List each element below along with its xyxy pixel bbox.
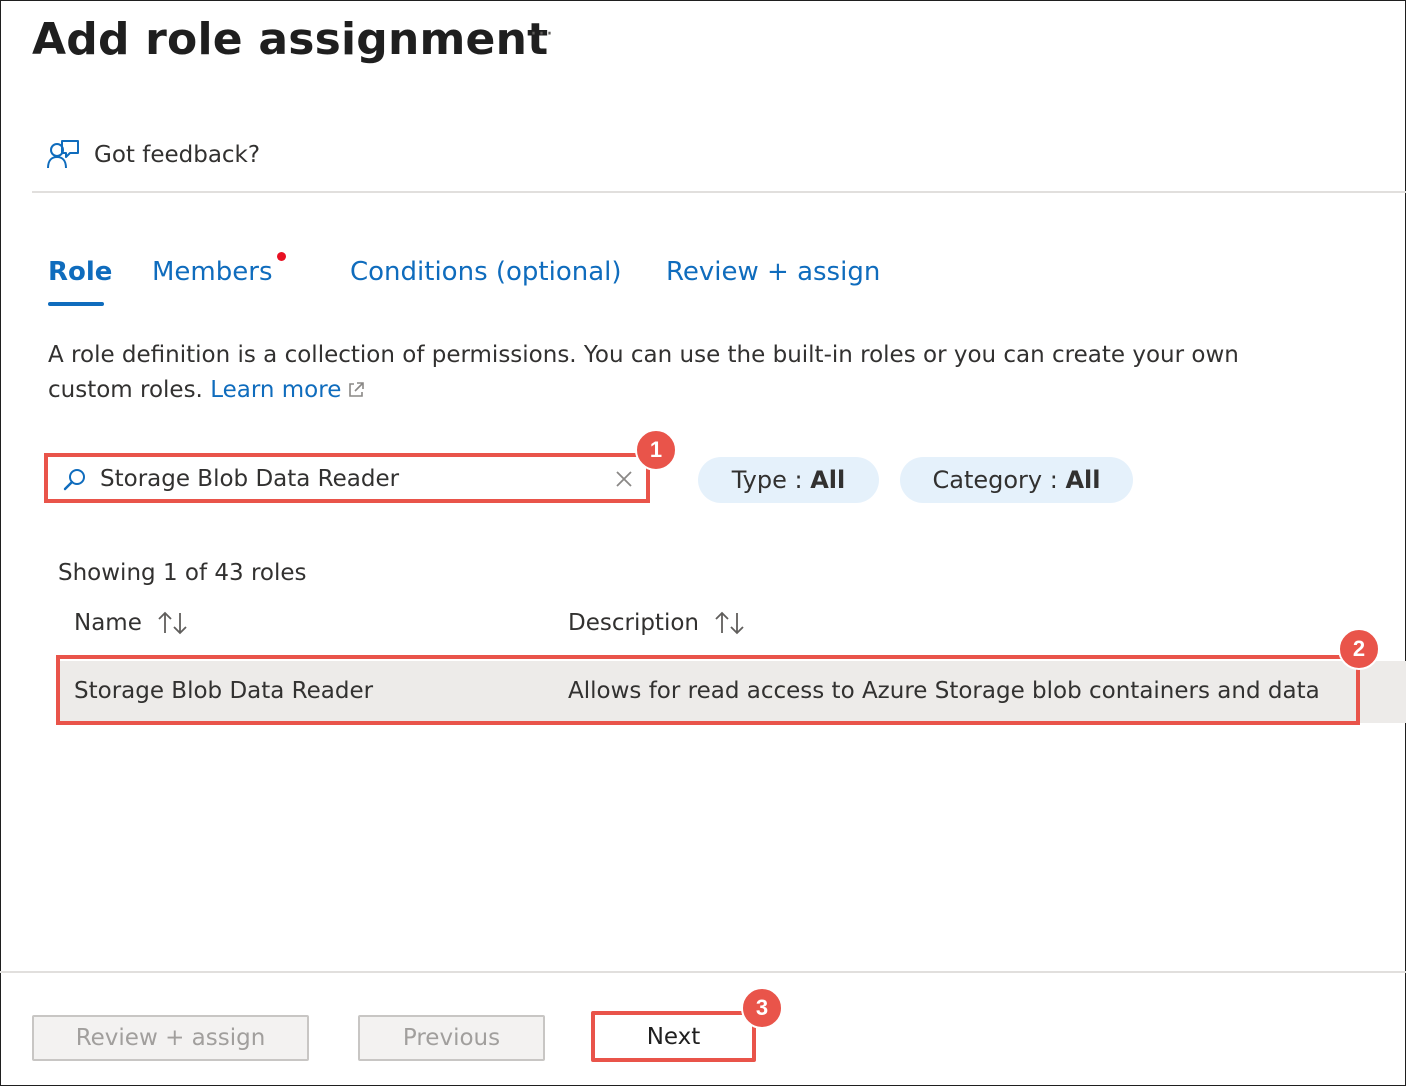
sort-icon [158, 611, 187, 635]
tab-label: Members [152, 257, 273, 287]
results-count: Showing 1 of 43 roles [58, 560, 307, 586]
clear-search-icon[interactable] [614, 469, 634, 489]
tab-review-assign[interactable]: Review + assign [666, 252, 880, 292]
tab-conditions[interactable]: Conditions (optional) [350, 252, 622, 292]
page-title: Add role assignment [32, 14, 549, 65]
feedback-link[interactable]: Got feedback? [46, 138, 260, 172]
category-filter-value: All [1065, 466, 1101, 494]
next-button[interactable]: Next [591, 1011, 756, 1062]
type-filter-pill[interactable]: Type : All [698, 457, 879, 503]
callout-badge-2: 2 [1338, 628, 1380, 670]
learn-more-link[interactable]: Learn more [210, 377, 365, 403]
search-input[interactable] [100, 461, 600, 497]
divider [32, 191, 1406, 193]
column-header-name[interactable]: Name [74, 609, 190, 637]
tab-members[interactable]: Members [152, 252, 273, 292]
learn-more-label: Learn more [210, 377, 342, 403]
tab-role[interactable]: Role [48, 252, 113, 306]
active-tab-indicator [48, 302, 104, 306]
column-header-label: Description [568, 610, 699, 636]
callout-badge-3: 3 [741, 987, 783, 1029]
column-header-label: Name [74, 610, 142, 636]
callout-badge-1: 1 [635, 429, 677, 471]
review-assign-button[interactable]: Review + assign [32, 1015, 309, 1061]
feedback-label: Got feedback? [94, 142, 261, 168]
type-filter-value: All [810, 466, 846, 494]
feedback-icon [47, 140, 79, 169]
role-description: A role definition is a collection of per… [48, 338, 1248, 408]
required-indicator-dot [277, 252, 286, 261]
tab-label: Role [48, 257, 113, 287]
role-search-box [44, 453, 650, 503]
sort-icon [715, 611, 744, 635]
row-highlight-outline [56, 655, 1360, 725]
more-options-button[interactable]: ··· [530, 22, 554, 47]
category-filter-pill[interactable]: Category : All [900, 457, 1133, 503]
tab-label: Review + assign [666, 257, 881, 287]
external-link-icon [349, 382, 365, 397]
type-filter-label: Type : [731, 466, 811, 494]
previous-button[interactable]: Previous [358, 1015, 545, 1061]
footer-divider [0, 971, 1406, 973]
column-header-description[interactable]: Description [568, 609, 747, 637]
tab-label: Conditions (optional) [350, 257, 622, 287]
category-filter-label: Category : [932, 466, 1066, 494]
search-icon [63, 469, 85, 491]
